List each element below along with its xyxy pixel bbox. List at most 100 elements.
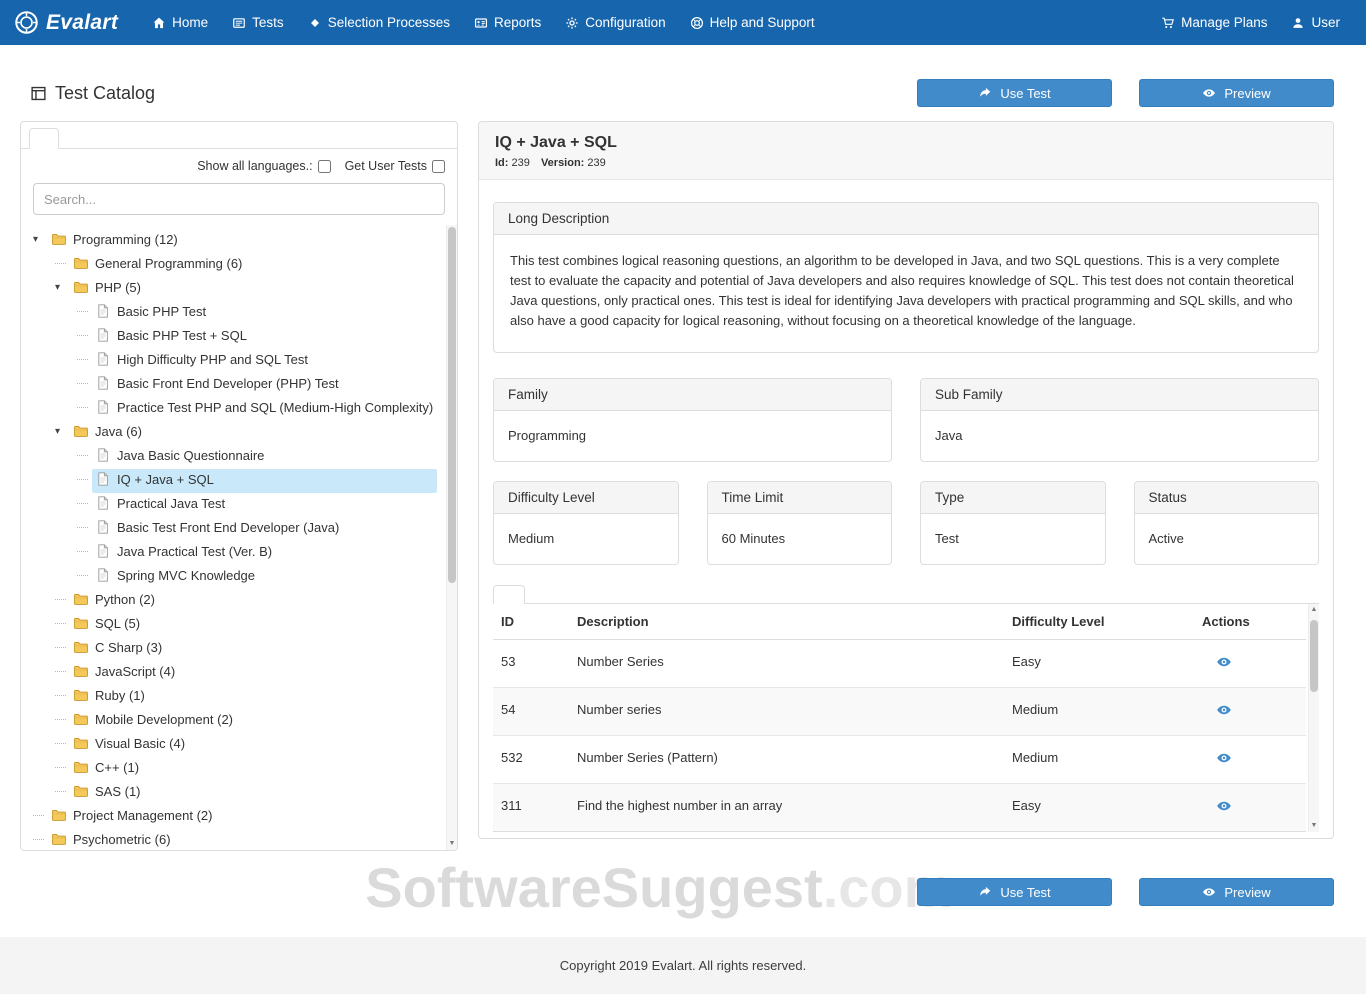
tree-toggle-icon[interactable] xyxy=(77,349,92,370)
detail-tab[interactable] xyxy=(525,585,557,604)
tree-toggle-icon[interactable] xyxy=(55,685,70,706)
tree-node[interactable]: Java Practical Test (Ver. B) xyxy=(92,541,437,565)
tree-toggle-icon[interactable] xyxy=(77,541,92,562)
tree-node[interactable]: SQL (5) xyxy=(70,613,437,637)
tree-toggle-icon[interactable] xyxy=(77,445,92,466)
tree-toggle-icon[interactable] xyxy=(77,469,92,490)
tree-toggle-icon[interactable] xyxy=(77,301,92,322)
tree-toggle-icon[interactable] xyxy=(55,637,70,658)
nav-item[interactable]: Tests xyxy=(220,0,296,45)
preview-button[interactable]: Preview xyxy=(1139,79,1334,107)
tree-node[interactable]: JavaScript (4) xyxy=(70,661,437,685)
folder-icon xyxy=(73,637,90,661)
nav-item[interactable]: Reports xyxy=(462,0,553,45)
tree-toggle-icon[interactable] xyxy=(55,589,70,610)
use-test-arrow-icon xyxy=(978,885,992,899)
file-icon xyxy=(95,445,112,469)
tree-node[interactable]: Java Basic Questionnaire xyxy=(92,445,437,469)
use-test-button[interactable]: Use Test xyxy=(917,79,1112,107)
tree-toggle-icon[interactable] xyxy=(55,781,70,802)
bottom-actions: SoftwareSuggest.com Use Test Preview xyxy=(20,869,1334,915)
show-all-languages-checkbox[interactable] xyxy=(318,160,331,173)
tree-node[interactable]: Basic PHP Test xyxy=(92,301,437,325)
use-test-button-bottom[interactable]: Use Test xyxy=(917,878,1112,906)
tree-toggle-icon[interactable] xyxy=(55,757,70,778)
header-actions: Use Test Preview xyxy=(917,79,1334,107)
detail-tab[interactable] xyxy=(557,585,589,604)
table-scroll-up-arrow[interactable]: ▲ xyxy=(1309,604,1319,616)
tree-toggle-icon[interactable] xyxy=(77,397,92,418)
nav-item[interactable]: Help and Support xyxy=(678,0,827,45)
get-user-tests-checkbox[interactable] xyxy=(432,160,445,173)
tree-node[interactable]: General Programming (6) xyxy=(70,253,437,277)
tree-node[interactable]: C++ (1) xyxy=(70,757,437,781)
tree-toggle-icon[interactable] xyxy=(33,829,48,850)
preview-button-bottom[interactable]: Preview xyxy=(1139,878,1334,906)
tree-toggle-icon[interactable] xyxy=(55,613,70,634)
tree-node[interactable]: Mobile Development (2) xyxy=(70,709,437,733)
tree-toggle-icon[interactable] xyxy=(55,709,70,730)
tree-scrollbar-thumb[interactable] xyxy=(448,227,456,583)
nav-item[interactable]: Home xyxy=(140,0,220,45)
nav-item[interactable]: Manage Plans xyxy=(1149,0,1279,45)
tree-node[interactable]: PHP (5) xyxy=(70,277,437,301)
tree-node[interactable]: SAS (1) xyxy=(70,781,437,805)
tree-node[interactable]: Basic Front End Developer (PHP) Test xyxy=(92,373,437,397)
file-icon xyxy=(95,349,112,373)
tree-node[interactable]: Basic PHP Test + SQL xyxy=(92,325,437,349)
tree-toggle-icon[interactable] xyxy=(33,229,48,250)
tree-item: Spring MVC Knowledge xyxy=(33,565,437,589)
sidebar-tab[interactable] xyxy=(29,128,59,149)
tree-node[interactable]: Java (6) xyxy=(70,421,437,445)
tree-scroll-down-arrow[interactable]: ▼ xyxy=(447,838,457,850)
tree-item: Mobile Development (2) xyxy=(33,709,437,733)
tree-node[interactable]: Ruby (1) xyxy=(70,685,437,709)
table-scroll-down-arrow[interactable]: ▼ xyxy=(1309,820,1319,832)
view-question-eye-icon[interactable] xyxy=(1216,702,1232,721)
tree-node[interactable]: Project Management (2) xyxy=(48,805,437,829)
tree-node[interactable]: Python (2) xyxy=(70,589,437,613)
tree-item-label: Java Basic Questionnaire xyxy=(117,445,264,466)
tree-scrollbar[interactable]: ▼ xyxy=(446,225,457,850)
tree-node[interactable]: Programming (12) xyxy=(48,229,437,253)
tree-node[interactable]: Visual Basic (4) xyxy=(70,733,437,757)
tree-toggle-icon[interactable] xyxy=(55,733,70,754)
nav-item[interactable]: Configuration xyxy=(553,0,677,45)
tree-toggle-icon[interactable] xyxy=(55,253,70,274)
view-question-eye-icon[interactable] xyxy=(1216,798,1232,817)
tree-node[interactable]: Spring MVC Knowledge xyxy=(92,565,437,589)
tree-node[interactable]: Practical Java Test xyxy=(92,493,437,517)
tree-toggle-icon[interactable] xyxy=(55,277,70,298)
tree-toggle-icon[interactable] xyxy=(77,517,92,538)
col-header-id: ID xyxy=(493,604,569,640)
tree-node[interactable]: High Difficulty PHP and SQL Test xyxy=(92,349,437,373)
test-detail-panel: IQ + Java + SQL Id: 239 Version: 239 Lon… xyxy=(478,121,1334,839)
tree-toggle-icon[interactable] xyxy=(55,421,70,442)
tree-node[interactable]: Psychometric (6) xyxy=(48,829,437,850)
info-panel-value: Active xyxy=(1135,514,1319,564)
view-question-eye-icon[interactable] xyxy=(1216,750,1232,769)
nav-item[interactable]: User xyxy=(1279,0,1352,45)
tree-toggle-icon[interactable] xyxy=(77,373,92,394)
tree-toggle-icon[interactable] xyxy=(55,661,70,682)
tree-toggle-icon[interactable] xyxy=(77,493,92,514)
table-scrollbar[interactable]: ▲ ▼ xyxy=(1308,604,1319,832)
tree-node[interactable]: C Sharp (3) xyxy=(70,637,437,661)
table-scrollbar-thumb[interactable] xyxy=(1310,620,1318,692)
tree-node[interactable]: IQ + Java + SQL xyxy=(92,469,437,493)
tree-toggle-icon[interactable] xyxy=(77,565,92,586)
view-question-eye-icon[interactable] xyxy=(1216,654,1232,673)
tree-toggle-icon[interactable] xyxy=(33,805,48,826)
search-input[interactable] xyxy=(33,183,445,215)
brand-logo[interactable]: Evalart xyxy=(14,10,118,35)
tree-item-label: Mobile Development (2) xyxy=(95,709,233,730)
file-icon xyxy=(95,397,112,421)
tree-node[interactable]: Basic Test Front End Developer (Java) xyxy=(92,517,437,541)
detail-tab[interactable] xyxy=(493,585,525,604)
sidebar-tab[interactable] xyxy=(61,128,91,149)
folder-icon xyxy=(73,253,90,277)
tree-node[interactable]: Practice Test PHP and SQL (Medium-High C… xyxy=(92,397,437,421)
tree-toggle-icon[interactable] xyxy=(77,325,92,346)
nav-item[interactable]: Selection Processes xyxy=(296,0,462,45)
tree-item: Project Management (2) xyxy=(33,805,437,829)
